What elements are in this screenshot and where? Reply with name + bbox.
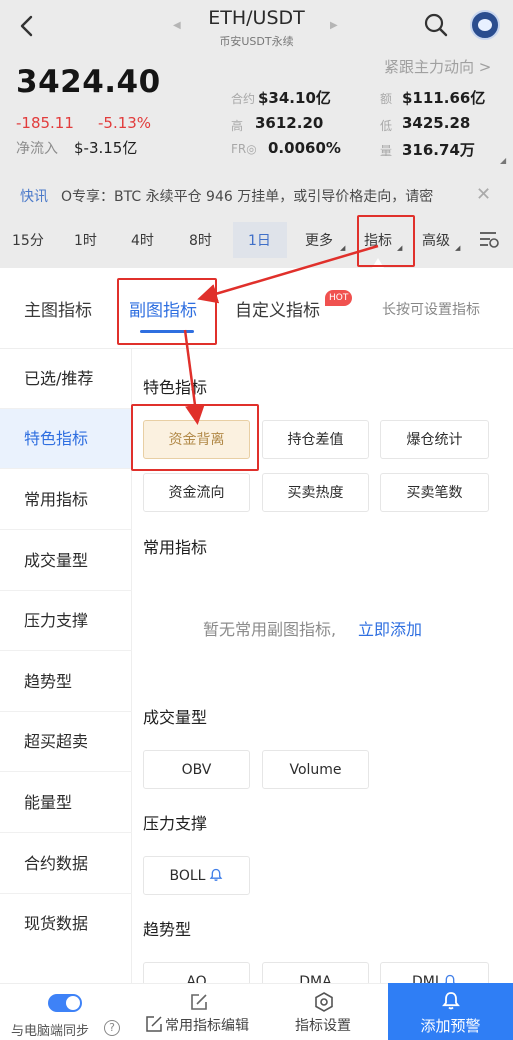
- long-press-hint: 长按可设置指标: [382, 302, 480, 318]
- stat-value: $34.10亿: [258, 89, 331, 107]
- price-change-abs: -185.11: [16, 114, 74, 132]
- chip-volume[interactable]: Volume: [262, 750, 369, 789]
- last-price: 3424.40: [16, 64, 161, 100]
- add-now-link[interactable]: 立即添加: [358, 616, 422, 640]
- caret-icon: ◢: [455, 244, 461, 252]
- edit-common-button[interactable]: 常用指标编辑: [165, 1015, 249, 1035]
- chip-label: DMI: [412, 974, 439, 983]
- section-title-trend: 趋势型: [143, 920, 192, 939]
- chart-settings-icon[interactable]: [478, 229, 500, 249]
- expand-corner-icon[interactable]: ◢: [500, 156, 506, 165]
- sidebar-item-common[interactable]: 常用指标: [0, 470, 132, 530]
- empty-state-text: 暂无常用副图指标,: [203, 620, 337, 639]
- sidebar-item-energy[interactable]: 能量型: [0, 773, 132, 833]
- chip-boll[interactable]: BOLL: [143, 856, 250, 895]
- interval-15m[interactable]: 15分: [12, 230, 44, 250]
- search-icon[interactable]: [423, 12, 449, 38]
- annotation-box-indicators: [357, 215, 415, 267]
- edit-icon: [146, 1016, 162, 1032]
- stat-value: 0.0060%: [268, 139, 341, 157]
- section-title-volume: 成交量型: [143, 708, 208, 727]
- caret-icon: ◢: [340, 244, 346, 252]
- add-alert-label: 添加预警: [420, 1017, 481, 1035]
- trend-chip-clip: AO DMA DMI: [0, 960, 513, 983]
- sidebar-item-selected[interactable]: 已选/推荐: [0, 349, 132, 409]
- interval-more[interactable]: 更多: [305, 230, 333, 250]
- settings-hex-icon: [315, 992, 333, 1012]
- interval-8h[interactable]: 8时: [189, 230, 212, 250]
- sidebar-item-support[interactable]: 压力支撑: [0, 591, 132, 651]
- interval-1d[interactable]: 1日: [248, 230, 271, 250]
- chip-dmi[interactable]: DMI: [380, 962, 489, 983]
- chip-fund-flow[interactable]: 资金流向: [143, 473, 250, 512]
- advanced-tab[interactable]: 高级: [422, 230, 450, 250]
- annotation-box-fund-divergence: [131, 404, 259, 471]
- sync-label: 与电脑端同步: [11, 1024, 90, 1039]
- avatar[interactable]: [470, 10, 500, 40]
- bell-icon: [445, 974, 455, 983]
- news-tag: 快讯: [20, 189, 48, 205]
- stat-label: 合约: [231, 92, 256, 106]
- close-icon[interactable]: ✕: [476, 184, 491, 205]
- chip-buysell-count[interactable]: 买卖笔数: [380, 473, 489, 512]
- chip-label: BOLL: [169, 868, 206, 884]
- stat-value: $111.66亿: [402, 89, 486, 107]
- section-title-featured: 特色指标: [143, 378, 208, 397]
- sidebar-item-volume[interactable]: 成交量型: [0, 531, 132, 591]
- chip-buysell-heat[interactable]: 买卖热度: [262, 473, 369, 512]
- stat-label: 量: [380, 144, 393, 158]
- stat-value: 3612.20: [255, 114, 324, 132]
- stat-value: 3425.28: [402, 114, 471, 132]
- chip-ao[interactable]: AO: [143, 962, 250, 983]
- follow-whales-link[interactable]: 紧跟主力动向 >: [384, 56, 491, 77]
- chip-liquidation-stats[interactable]: 爆仓统计: [380, 420, 489, 459]
- news-ticker[interactable]: O专享：BTC 永续平仓 946 万挂单，或引导价格走向，请密: [61, 186, 469, 206]
- category-sidebar: 已选/推荐 特色指标 常用指标 成交量型 压力支撑 趋势型 超买超卖 能量型 合…: [0, 349, 132, 983]
- tab-main-indicators[interactable]: 主图指标: [24, 296, 92, 321]
- bell-icon: [442, 992, 460, 1010]
- stat-label: FR◎: [231, 142, 257, 156]
- stat-label: 低: [380, 119, 393, 133]
- edit-icon: [191, 994, 207, 1010]
- tab-custom-indicators[interactable]: 自定义指标: [235, 296, 320, 321]
- price-change-pct: -5.13%: [98, 114, 152, 132]
- net-inflow-label: 净流入: [16, 141, 58, 157]
- section-title-common: 常用指标: [143, 538, 208, 557]
- stat-value: 316.74万: [402, 141, 475, 159]
- indicator-settings-button[interactable]: 指标设置: [295, 1015, 351, 1035]
- interval-4h[interactable]: 4时: [131, 230, 154, 250]
- sidebar-item-overbought[interactable]: 超买超卖: [0, 712, 132, 772]
- sidebar-item-spot[interactable]: 现货数据: [0, 894, 132, 954]
- hot-badge: HOT: [325, 290, 353, 306]
- annotation-box-sub-tab: [117, 278, 217, 345]
- help-icon[interactable]: ?: [104, 1020, 120, 1036]
- next-pair-icon[interactable]: ▶: [330, 20, 338, 31]
- sidebar-item-featured[interactable]: 特色指标: [0, 409, 132, 469]
- sidebar-item-contract[interactable]: 合约数据: [0, 834, 132, 894]
- sync-toggle[interactable]: [48, 994, 82, 1012]
- sidebar-item-trend[interactable]: 趋势型: [0, 652, 132, 712]
- bell-icon: [210, 868, 223, 881]
- section-title-support: 压力支撑: [143, 814, 208, 833]
- chip-obv[interactable]: OBV: [143, 750, 250, 789]
- interval-1h[interactable]: 1时: [74, 230, 97, 250]
- stat-label: 额: [380, 92, 393, 106]
- chip-dma[interactable]: DMA: [262, 962, 369, 983]
- chip-oi-diff[interactable]: 持仓差值: [262, 420, 369, 459]
- net-inflow-value: $-3.15亿: [74, 139, 138, 157]
- stat-label: 高: [231, 119, 244, 133]
